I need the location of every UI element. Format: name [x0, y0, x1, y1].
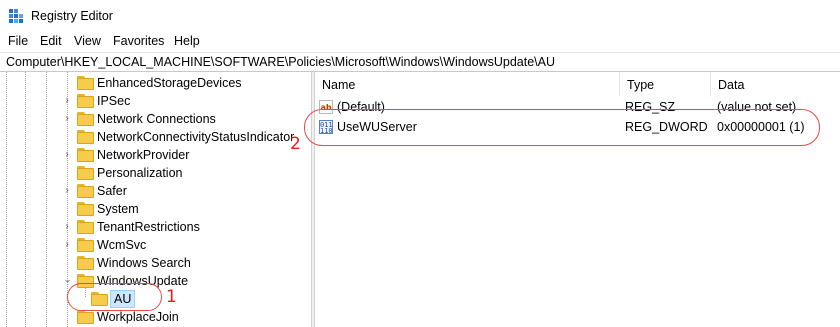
address-path[interactable]: Computer\HKEY_LOCAL_MACHINE\SOFTWARE\Pol…: [6, 55, 555, 69]
folder-icon: [77, 202, 94, 216]
tree-item[interactable]: › NetworkProvider: [0, 146, 311, 164]
menu-help[interactable]: Help: [174, 34, 200, 48]
folder-icon: [77, 184, 94, 198]
tree-item[interactable]: Windows Search: [0, 254, 311, 272]
chevron-right-icon[interactable]: ›: [62, 150, 72, 160]
folder-icon: [77, 130, 94, 144]
tree-item-label: NetworkProvider: [97, 148, 190, 162]
folder-icon: [77, 94, 94, 108]
annotation-marker-1: 1: [166, 287, 177, 307]
tree-item-label: WorkplaceJoin: [97, 310, 179, 324]
tree-item[interactable]: › IPSec: [0, 92, 311, 110]
folder-icon: [77, 256, 94, 270]
folder-icon: [77, 310, 94, 324]
tree-item[interactable]: EnhancedStorageDevices: [0, 74, 311, 92]
tree-item[interactable]: System: [0, 200, 311, 218]
tree-item-label: WcmSvc: [97, 238, 147, 252]
column-header-name[interactable]: Name: [315, 72, 620, 96]
chevron-right-icon[interactable]: ›: [62, 114, 72, 124]
window-title: Registry Editor: [31, 9, 113, 23]
menu-file[interactable]: File: [8, 34, 28, 48]
tree-item-label: Personalization: [97, 166, 183, 180]
folder-icon: [77, 148, 94, 162]
tree-item-label: Windows Search: [97, 256, 191, 270]
tree-item-label: IPSec: [97, 94, 131, 108]
chevron-right-icon[interactable]: ›: [62, 240, 72, 250]
tree-item[interactable]: WorkplaceJoin: [0, 308, 311, 326]
annotation-highlight-usewuserver: [304, 109, 820, 146]
title-bar: Registry Editor: [0, 0, 840, 32]
chevron-down-icon[interactable]: ›: [62, 276, 73, 286]
column-header-data[interactable]: Data: [711, 72, 840, 96]
tree-item-label: Safer: [97, 184, 127, 198]
chevron-right-icon[interactable]: ›: [62, 222, 72, 232]
menu-favorites[interactable]: Favorites: [113, 34, 164, 48]
column-header-type[interactable]: Type: [620, 72, 711, 96]
folder-icon: [77, 220, 94, 234]
tree-item[interactable]: NetworkConnectivityStatusIndicator: [0, 128, 311, 146]
menu-edit[interactable]: Edit: [40, 34, 62, 48]
tree-item-label: TenantRestrictions: [97, 220, 200, 234]
tree-item[interactable]: Personalization: [0, 164, 311, 182]
tree-item[interactable]: › TenantRestrictions: [0, 218, 311, 236]
folder-icon: [77, 166, 94, 180]
menu-view[interactable]: View: [74, 34, 101, 48]
tree-item[interactable]: › Safer: [0, 182, 311, 200]
tree-item-label: System: [97, 202, 139, 216]
registry-editor-icon: [9, 9, 23, 23]
folder-icon: [77, 76, 94, 90]
tree-item[interactable]: › Network Connections: [0, 110, 311, 128]
annotation-marker-2: 2: [290, 134, 301, 154]
folder-icon: [77, 238, 94, 252]
chevron-right-icon[interactable]: ›: [62, 186, 72, 196]
key-tree[interactable]: EnhancedStorageDevices › IPSec › Network…: [0, 72, 311, 327]
annotation-highlight-au: [67, 283, 162, 311]
menu-bar: File Edit View Favorites Help: [0, 32, 840, 50]
tree-item[interactable]: › WcmSvc: [0, 236, 311, 254]
tree-item-label: Network Connections: [97, 112, 216, 126]
tree-item-label: EnhancedStorageDevices: [97, 76, 242, 90]
folder-icon: [77, 112, 94, 126]
address-bar[interactable]: Computer\HKEY_LOCAL_MACHINE\SOFTWARE\Pol…: [0, 52, 840, 72]
chevron-right-icon[interactable]: ›: [62, 96, 72, 106]
tree-item-label: NetworkConnectivityStatusIndicator: [97, 130, 295, 144]
